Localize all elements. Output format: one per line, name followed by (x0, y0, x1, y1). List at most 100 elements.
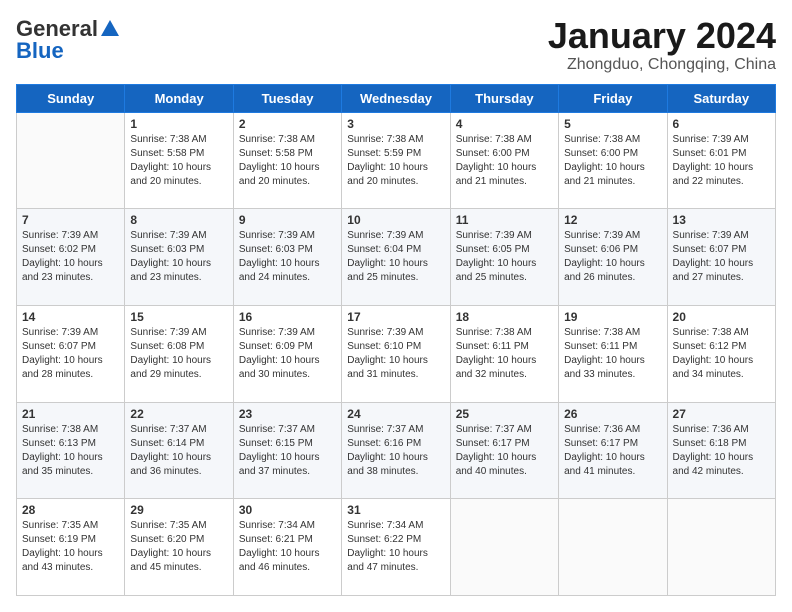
calendar-cell: 1 Sunrise: 7:38 AM Sunset: 5:58 PM Daylig… (125, 112, 233, 209)
calendar-cell: 7 Sunrise: 7:39 AM Sunset: 6:02 PM Daylig… (17, 209, 125, 306)
day-info: Sunrise: 7:38 AM Sunset: 6:11 PM Dayligh… (564, 326, 661, 382)
logo: General Blue (16, 16, 122, 64)
day-info: Sunrise: 7:38 AM Sunset: 6:00 PM Dayligh… (564, 133, 661, 189)
calendar-week-row: 1 Sunrise: 7:38 AM Sunset: 5:58 PM Daylig… (17, 112, 776, 209)
day-info: Sunrise: 7:38 AM Sunset: 5:59 PM Dayligh… (347, 133, 444, 189)
day-number: 15 (130, 310, 227, 324)
day-info: Sunrise: 7:39 AM Sunset: 6:06 PM Dayligh… (564, 229, 661, 285)
calendar-week-row: 7 Sunrise: 7:39 AM Sunset: 6:02 PM Daylig… (17, 209, 776, 306)
calendar-cell: 23 Sunrise: 7:37 AM Sunset: 6:15 PM Dayli… (233, 402, 341, 499)
day-number: 6 (673, 117, 770, 131)
day-number: 21 (22, 407, 119, 421)
location: Zhongduo, Chongqing, China (548, 56, 776, 74)
calendar-cell: 11 Sunrise: 7:39 AM Sunset: 6:05 PM Dayli… (450, 209, 558, 306)
day-number: 4 (456, 117, 553, 131)
weekday-header: Monday (125, 84, 233, 112)
day-number: 1 (130, 117, 227, 131)
day-info: Sunrise: 7:35 AM Sunset: 6:20 PM Dayligh… (130, 519, 227, 575)
calendar-header-row: SundayMondayTuesdayWednesdayThursdayFrid… (17, 84, 776, 112)
calendar-cell: 3 Sunrise: 7:38 AM Sunset: 5:59 PM Daylig… (342, 112, 450, 209)
day-number: 30 (239, 503, 336, 517)
day-info: Sunrise: 7:38 AM Sunset: 6:11 PM Dayligh… (456, 326, 553, 382)
day-info: Sunrise: 7:38 AM Sunset: 5:58 PM Dayligh… (130, 133, 227, 189)
day-number: 19 (564, 310, 661, 324)
weekday-header: Tuesday (233, 84, 341, 112)
weekday-header: Sunday (17, 84, 125, 112)
title-block: January 2024 Zhongduo, Chongqing, China (548, 16, 776, 74)
calendar-cell: 17 Sunrise: 7:39 AM Sunset: 6:10 PM Dayli… (342, 305, 450, 402)
calendar-cell: 10 Sunrise: 7:39 AM Sunset: 6:04 PM Dayli… (342, 209, 450, 306)
day-info: Sunrise: 7:39 AM Sunset: 6:09 PM Dayligh… (239, 326, 336, 382)
day-number: 5 (564, 117, 661, 131)
day-info: Sunrise: 7:39 AM Sunset: 6:05 PM Dayligh… (456, 229, 553, 285)
day-number: 23 (239, 407, 336, 421)
calendar-cell: 12Sunrise: 7:39 AM Sunset: 6:06 PM Dayli… (559, 209, 667, 306)
calendar-cell: 19 Sunrise: 7:38 AM Sunset: 6:11 PM Dayli… (559, 305, 667, 402)
calendar-cell: 4 Sunrise: 7:38 AM Sunset: 6:00 PM Daylig… (450, 112, 558, 209)
day-info: Sunrise: 7:35 AM Sunset: 6:19 PM Dayligh… (22, 519, 119, 575)
day-number: 29 (130, 503, 227, 517)
day-number: 10 (347, 213, 444, 227)
day-info: Sunrise: 7:39 AM Sunset: 6:04 PM Dayligh… (347, 229, 444, 285)
calendar-cell (559, 499, 667, 596)
day-info: Sunrise: 7:36 AM Sunset: 6:18 PM Dayligh… (673, 423, 770, 479)
day-info: Sunrise: 7:39 AM Sunset: 6:10 PM Dayligh… (347, 326, 444, 382)
calendar-cell: 31Sunrise: 7:34 AM Sunset: 6:22 PM Dayli… (342, 499, 450, 596)
day-number: 7 (22, 213, 119, 227)
day-info: Sunrise: 7:38 AM Sunset: 6:13 PM Dayligh… (22, 423, 119, 479)
day-number: 31 (347, 503, 444, 517)
day-number: 14 (22, 310, 119, 324)
day-number: 13 (673, 213, 770, 227)
calendar-cell (450, 499, 558, 596)
calendar-cell: 30Sunrise: 7:34 AM Sunset: 6:21 PM Dayli… (233, 499, 341, 596)
day-number: 24 (347, 407, 444, 421)
calendar-cell: 2 Sunrise: 7:38 AM Sunset: 5:58 PM Daylig… (233, 112, 341, 209)
calendar-cell: 29 Sunrise: 7:35 AM Sunset: 6:20 PM Dayli… (125, 499, 233, 596)
day-number: 20 (673, 310, 770, 324)
calendar-week-row: 21 Sunrise: 7:38 AM Sunset: 6:13 PM Dayli… (17, 402, 776, 499)
calendar-cell: 28 Sunrise: 7:35 AM Sunset: 6:19 PM Dayli… (17, 499, 125, 596)
day-number: 11 (456, 213, 553, 227)
calendar-cell: 15 Sunrise: 7:39 AM Sunset: 6:08 PM Dayli… (125, 305, 233, 402)
calendar-cell: 9 Sunrise: 7:39 AM Sunset: 6:03 PM Daylig… (233, 209, 341, 306)
day-info: Sunrise: 7:39 AM Sunset: 6:02 PM Dayligh… (22, 229, 119, 285)
day-number: 27 (673, 407, 770, 421)
calendar-cell: 25Sunrise: 7:37 AM Sunset: 6:17 PM Dayli… (450, 402, 558, 499)
calendar-cell: 18 Sunrise: 7:38 AM Sunset: 6:11 PM Dayli… (450, 305, 558, 402)
weekday-header: Thursday (450, 84, 558, 112)
page: General Blue January 2024 Zhongduo, Chon… (0, 0, 792, 612)
calendar-cell: 24 Sunrise: 7:37 AM Sunset: 6:16 PM Dayli… (342, 402, 450, 499)
day-number: 26 (564, 407, 661, 421)
day-number: 22 (130, 407, 227, 421)
day-info: Sunrise: 7:38 AM Sunset: 6:00 PM Dayligh… (456, 133, 553, 189)
weekday-header: Wednesday (342, 84, 450, 112)
calendar-cell: 5 Sunrise: 7:38 AM Sunset: 6:00 PM Daylig… (559, 112, 667, 209)
day-info: Sunrise: 7:39 AM Sunset: 6:08 PM Dayligh… (130, 326, 227, 382)
calendar-cell: 6 Sunrise: 7:39 AM Sunset: 6:01 PM Daylig… (667, 112, 775, 209)
weekday-header: Saturday (667, 84, 775, 112)
day-info: Sunrise: 7:37 AM Sunset: 6:16 PM Dayligh… (347, 423, 444, 479)
day-info: Sunrise: 7:37 AM Sunset: 6:15 PM Dayligh… (239, 423, 336, 479)
day-info: Sunrise: 7:39 AM Sunset: 6:01 PM Dayligh… (673, 133, 770, 189)
day-info: Sunrise: 7:37 AM Sunset: 6:14 PM Dayligh… (130, 423, 227, 479)
calendar-week-row: 28 Sunrise: 7:35 AM Sunset: 6:19 PM Dayli… (17, 499, 776, 596)
day-number: 3 (347, 117, 444, 131)
header: General Blue January 2024 Zhongduo, Chon… (16, 16, 776, 74)
calendar-week-row: 14Sunrise: 7:39 AM Sunset: 6:07 PM Dayli… (17, 305, 776, 402)
calendar-cell: 27 Sunrise: 7:36 AM Sunset: 6:18 PM Dayli… (667, 402, 775, 499)
day-info: Sunrise: 7:38 AM Sunset: 5:58 PM Dayligh… (239, 133, 336, 189)
day-number: 17 (347, 310, 444, 324)
day-info: Sunrise: 7:38 AM Sunset: 6:12 PM Dayligh… (673, 326, 770, 382)
calendar-cell (667, 499, 775, 596)
day-number: 9 (239, 213, 336, 227)
day-number: 8 (130, 213, 227, 227)
day-number: 2 (239, 117, 336, 131)
calendar-cell: 8Sunrise: 7:39 AM Sunset: 6:03 PM Daylig… (125, 209, 233, 306)
calendar-cell: 21 Sunrise: 7:38 AM Sunset: 6:13 PM Dayli… (17, 402, 125, 499)
day-number: 28 (22, 503, 119, 517)
day-info: Sunrise: 7:39 AM Sunset: 6:03 PM Dayligh… (239, 229, 336, 285)
calendar-cell: 16Sunrise: 7:39 AM Sunset: 6:09 PM Dayli… (233, 305, 341, 402)
day-info: Sunrise: 7:39 AM Sunset: 6:07 PM Dayligh… (673, 229, 770, 285)
day-number: 25 (456, 407, 553, 421)
day-number: 18 (456, 310, 553, 324)
